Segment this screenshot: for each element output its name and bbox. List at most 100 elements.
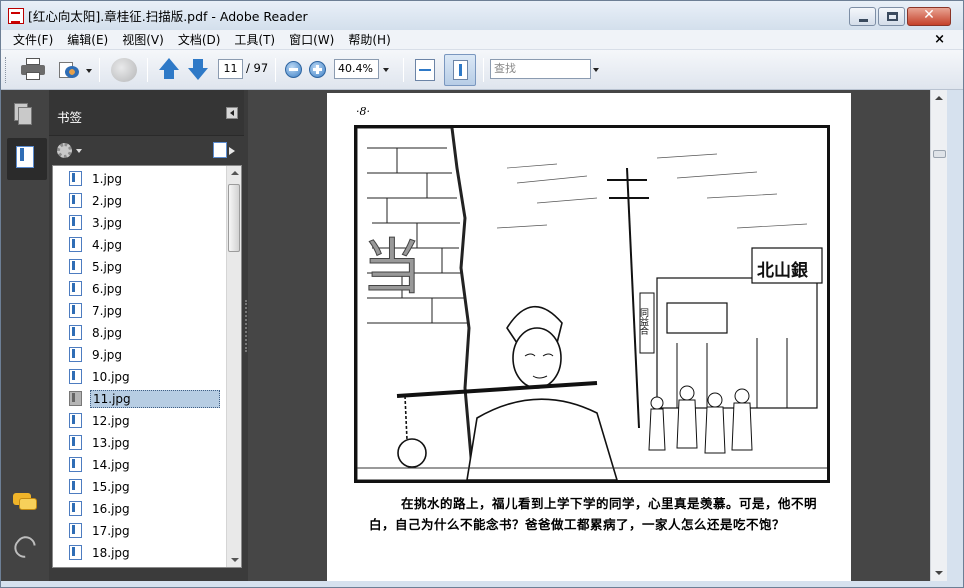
fit-page-button[interactable] xyxy=(444,54,476,86)
scroll-down-icon[interactable] xyxy=(231,558,239,562)
bookmark-item-selected[interactable]: 11.jpg xyxy=(69,389,224,408)
zoom-out-button[interactable] xyxy=(285,61,302,78)
page-number-input[interactable]: 11 xyxy=(218,59,243,79)
bookmark-icon xyxy=(16,146,34,168)
close-window-button[interactable]: ✕ xyxy=(907,7,951,26)
toolbar-separator xyxy=(483,58,484,82)
zoom-level-input[interactable]: 40.4% xyxy=(334,59,379,79)
bookmark-item[interactable]: 18.jpg xyxy=(69,543,224,562)
find-input[interactable]: 查找 xyxy=(490,59,591,79)
window-frame xyxy=(947,90,963,581)
app-window: [红心向太阳].章桂征.扫描版.pdf - Adobe Reader ✕ 文件(… xyxy=(0,0,964,588)
bookmark-item[interactable]: 13.jpg xyxy=(69,433,224,452)
document-scrollbar[interactable] xyxy=(930,90,947,581)
navigation-pane-strip xyxy=(1,90,49,581)
new-bookmark-icon[interactable] xyxy=(213,142,235,158)
menu-edit[interactable]: 编辑(E) xyxy=(61,31,114,48)
close-document-button[interactable]: × xyxy=(934,32,945,47)
bookmark-list: 1.jpg 2.jpg 3.jpg 4.jpg 5.jpg 6.jpg 7.jp… xyxy=(52,165,242,568)
bookmark-page-icon xyxy=(69,259,82,274)
bookmark-page-icon xyxy=(69,171,82,186)
menu-bar: 文件(F) 编辑(E) 视图(V) 文档(D) 工具(T) 窗口(W) 帮助(H… xyxy=(1,30,963,50)
title-bar: [红心向太阳].章桂征.扫描版.pdf - Adobe Reader ✕ xyxy=(1,1,963,30)
options-dropdown-icon[interactable] xyxy=(76,149,82,153)
bookmarks-title: 书签 xyxy=(57,110,83,125)
menu-view[interactable]: 视图(V) xyxy=(116,31,170,48)
bookmark-list-scrollbar[interactable] xyxy=(226,166,241,567)
menu-file[interactable]: 文件(F) xyxy=(7,31,59,48)
pdf-app-icon xyxy=(8,7,24,24)
bookmark-item[interactable]: 17.jpg xyxy=(69,521,224,540)
bookmark-item[interactable]: 3.jpg xyxy=(69,213,224,232)
collaborate-globe-icon[interactable] xyxy=(111,58,137,82)
toolbar-separator xyxy=(275,58,276,82)
next-page-button[interactable] xyxy=(187,58,209,82)
window-title: [红心向太阳].章桂征.扫描版.pdf - Adobe Reader xyxy=(28,9,308,24)
toolbar-separator xyxy=(403,58,404,82)
bookmark-item[interactable]: 6.jpg xyxy=(69,279,224,298)
bookmark-page-icon xyxy=(69,237,82,252)
scroll-down-icon[interactable] xyxy=(935,571,943,575)
bookmark-item[interactable]: 15.jpg xyxy=(69,477,224,496)
page-caption: 在挑水的路上，福儿看到上学下学的同学，心里真是羡慕。可是，他不明白，自己为什么不… xyxy=(369,496,818,532)
bookmark-page-icon xyxy=(69,369,82,384)
shop-sign: 北山銀 xyxy=(757,260,808,281)
bookmark-item[interactable]: 4.jpg xyxy=(69,235,224,254)
page-thumbnails-icon[interactable] xyxy=(14,103,34,127)
bookmark-item[interactable]: 8.jpg xyxy=(69,323,224,342)
page-number-label: ·8· xyxy=(356,105,370,118)
zoom-dropdown-icon[interactable] xyxy=(383,68,389,72)
illustration-drawing: 当 北山銀 同益合 xyxy=(357,128,827,480)
share-dropdown-icon[interactable] xyxy=(86,69,92,73)
bookmark-page-icon xyxy=(69,501,82,516)
bookmark-page-icon xyxy=(69,303,82,318)
bookmarks-panel: 书签 1.jpg 2.jpg 3.jpg 4.jpg 5.jpg 6.jpg 7… xyxy=(49,90,244,581)
maximize-button[interactable] xyxy=(878,7,905,26)
minimize-icon xyxy=(859,19,868,22)
bookmark-page-icon xyxy=(69,435,82,450)
bookmark-item[interactable]: 12.jpg xyxy=(69,411,224,430)
bookmarks-tab[interactable] xyxy=(7,138,47,180)
bookmark-page-icon xyxy=(69,457,82,472)
menu-window[interactable]: 窗口(W) xyxy=(283,31,340,48)
options-gear-icon[interactable] xyxy=(57,143,72,158)
scroll-thumb[interactable] xyxy=(933,150,946,158)
bookmark-page-icon xyxy=(69,215,82,230)
document-view[interactable]: ·8· 当 北山銀 同益合 在挑水的路上，福儿看到上学下学的同学，心里真是羡慕。… xyxy=(248,90,930,581)
bookmark-item[interactable]: 16.jpg xyxy=(69,499,224,518)
scroll-thumb[interactable] xyxy=(228,184,240,252)
pdf-page: ·8· 当 北山銀 同益合 在挑水的路上，福儿看到上学下学的同学，心里真是羡慕。… xyxy=(327,93,851,581)
menu-tools[interactable]: 工具(T) xyxy=(228,31,281,48)
close-icon: ✕ xyxy=(923,7,935,23)
bookmark-page-icon xyxy=(69,347,82,362)
bookmark-item[interactable]: 7.jpg xyxy=(69,301,224,320)
zoom-in-button[interactable] xyxy=(309,61,326,78)
bookmark-item[interactable]: 9.jpg xyxy=(69,345,224,364)
bookmark-item[interactable]: 14.jpg xyxy=(69,455,224,474)
window-frame xyxy=(1,581,963,587)
bookmark-page-icon xyxy=(69,193,82,208)
scroll-mode-button[interactable] xyxy=(415,59,435,81)
comments-icon[interactable] xyxy=(13,493,37,513)
pole-sign: 同益合 xyxy=(638,308,649,336)
bookmark-item[interactable]: 5.jpg xyxy=(69,257,224,276)
bookmark-page-icon xyxy=(69,413,82,428)
bookmark-item[interactable]: 10.jpg xyxy=(69,367,224,386)
bookmark-item[interactable]: 2.jpg xyxy=(69,191,224,210)
previous-page-button[interactable] xyxy=(158,58,180,82)
print-button[interactable] xyxy=(21,58,45,80)
attachments-paperclip-icon[interactable] xyxy=(10,532,40,562)
bookmark-item[interactable]: 1.jpg xyxy=(69,169,224,188)
bookmark-page-icon xyxy=(69,325,82,340)
collapse-panel-button[interactable] xyxy=(226,107,238,119)
menu-document[interactable]: 文档(D) xyxy=(172,31,227,48)
window-controls: ✕ xyxy=(847,7,951,26)
share-button[interactable] xyxy=(57,58,81,80)
toolbar-grip[interactable] xyxy=(5,57,8,83)
maximize-icon xyxy=(887,12,898,21)
find-dropdown-icon[interactable] xyxy=(593,68,599,72)
scroll-up-icon[interactable] xyxy=(935,96,943,100)
scroll-up-icon[interactable] xyxy=(231,171,239,175)
minimize-button[interactable] xyxy=(849,7,876,26)
menu-help[interactable]: 帮助(H) xyxy=(342,31,396,48)
